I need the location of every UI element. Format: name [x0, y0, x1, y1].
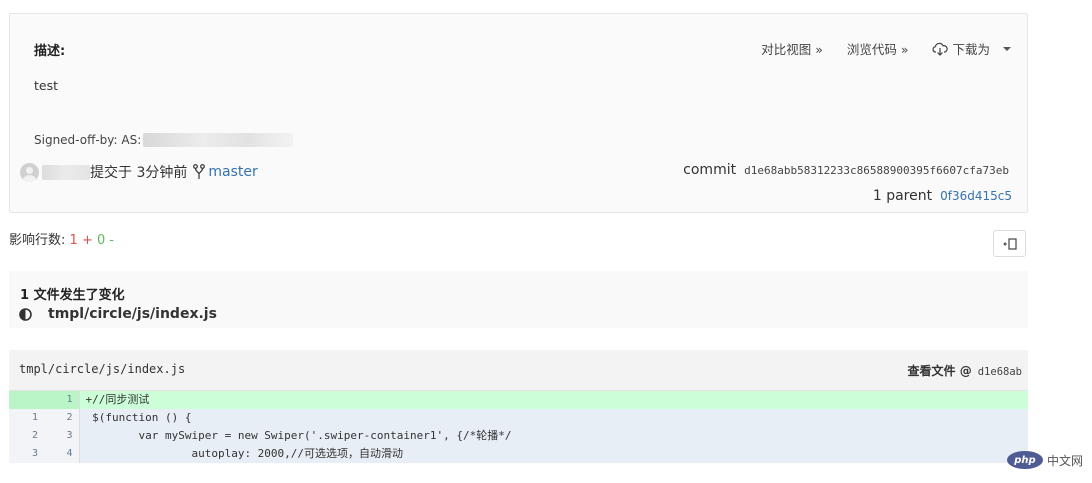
avatar[interactable]: [20, 162, 39, 182]
parent-label: 1 parent: [872, 188, 933, 204]
modified-file-icon: [19, 307, 32, 321]
code-line: $(function () {: [79, 409, 1028, 427]
diff-line: 3 4 autoplay: 2000,//可选选项，自动滑动: [9, 445, 1028, 463]
download-dropdown[interactable]: 下载为: [932, 39, 1012, 58]
commit-actions: 对比视图 » 浏览代码 » 下载为: [761, 39, 1012, 58]
signed-off-text: Signed-off-by: AS:: [34, 133, 142, 147]
watermark: php 中文网: [1006, 451, 1083, 469]
cloud-download-icon: [933, 42, 949, 56]
changed-files-panel: 1 文件发生了变化 tmpl/circle/js/index.js: [9, 271, 1028, 328]
diff-line: 2 3 var mySwiper = new Swiper('.swiper-c…: [9, 427, 1028, 445]
view-file-hash: d1e68ab: [977, 366, 1022, 378]
minus-sign: -: [109, 233, 115, 248]
commit-label: commit: [683, 162, 737, 178]
new-line-number[interactable]: 1: [44, 391, 80, 409]
redacted-author: [42, 164, 90, 180]
code-line: var mySwiper = new Swiper('.swiper-conta…: [79, 427, 1028, 445]
toggle-view-button[interactable]: [993, 230, 1026, 257]
diff-line: 1 2 $(function () {: [9, 409, 1028, 427]
added-count: 0: [97, 233, 106, 248]
code-line: autoplay: 2000,//可选选项，自动滑动: [79, 445, 1028, 463]
old-line-number[interactable]: [9, 391, 44, 409]
stats-label: 影响行数:: [9, 233, 66, 248]
signed-off-line: Signed-off-by: AS:: [34, 133, 294, 147]
old-line-number[interactable]: 3: [9, 445, 44, 463]
committed-time: 提交于 3分钟前: [90, 165, 188, 181]
split-view-icon: [1002, 237, 1017, 250]
diff-file-path: tmpl/circle/js/index.js: [19, 362, 186, 376]
description-label: 描述:: [34, 44, 66, 59]
deleted-count: 1: [69, 233, 78, 248]
php-logo: php: [1006, 451, 1043, 469]
redacted-signer: [143, 133, 294, 147]
commit-hash: d1e68abb58312233c86588900395f6607cfa73eb: [744, 164, 1009, 177]
commit-panel: 描述: 对比视图 » 浏览代码 » 下载为 test Signed-off-by…: [9, 13, 1028, 213]
branch-icon: [193, 164, 206, 179]
parent-hash-link[interactable]: 0f36d415c5: [940, 189, 1012, 203]
view-file-link[interactable]: 查看文件 @ d1e68ab: [908, 362, 1022, 379]
view-file-label: 查看文件 @: [907, 364, 972, 378]
plus-sign: +: [81, 233, 93, 248]
browse-code-link[interactable]: 浏览代码 »: [847, 39, 909, 58]
author-row: 提交于 3分钟前 master: [20, 162, 258, 182]
compare-view-link[interactable]: 对比视图 »: [761, 39, 823, 58]
parent-info: 1 parent 0f36d415c5: [873, 188, 1012, 204]
diff-table: 1 +//同步测试 1 2 $(function () { 2 3 var my…: [9, 391, 1028, 463]
new-line-number[interactable]: 3: [44, 427, 80, 445]
change-stats: 影响行数: 1 + 0 -: [9, 229, 114, 248]
files-summary: 1 文件发生了变化: [20, 288, 125, 303]
code-line: +//同步测试: [79, 391, 1028, 409]
old-line-number[interactable]: 1: [9, 409, 44, 427]
file-path[interactable]: tmpl/circle/js/index.js: [48, 306, 217, 322]
download-label: 下载为: [952, 42, 990, 57]
branch-link[interactable]: master: [208, 164, 257, 180]
old-line-number[interactable]: 2: [9, 427, 44, 445]
watermark-text: 中文网: [1046, 453, 1083, 468]
description-text: test: [34, 78, 59, 93]
chevron-down-icon: [1003, 46, 1011, 51]
new-line-number[interactable]: 2: [44, 409, 80, 427]
diff-header: tmpl/circle/js/index.js 查看文件 @ d1e68ab: [9, 350, 1028, 391]
commit-info: commit d1e68abb58312233c86588900395f6607…: [683, 162, 1009, 178]
diff-line: 1 +//同步测试: [9, 391, 1028, 409]
file-list-item[interactable]: tmpl/circle/js/index.js: [19, 306, 217, 322]
new-line-number[interactable]: 4: [44, 445, 80, 463]
